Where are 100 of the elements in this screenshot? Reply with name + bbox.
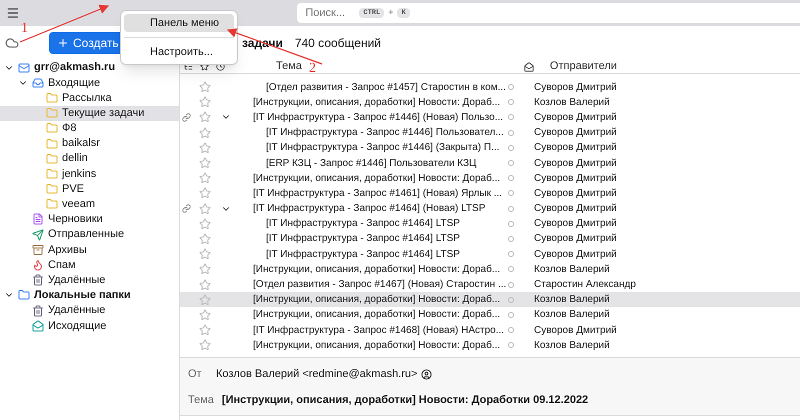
star-icon[interactable] (199, 157, 211, 170)
folder-icon (46, 107, 58, 120)
folder-item[interactable]: Рассылка (0, 90, 179, 106)
menu-item[interactable]: Панель меню (124, 14, 234, 32)
star-icon[interactable] (199, 232, 211, 245)
folder-item[interactable]: Локальные папки (0, 288, 179, 303)
message-row[interactable]: [IT Инфраструктура - Запрос #1446] Пользовател... Суворов Дмитрий (180, 125, 800, 140)
message-row[interactable]: [IT Инфраструктура - Запрос #1446] (Закрыта) П... Суворов Дмитрий (180, 140, 800, 156)
column-header[interactable]: Отправители (550, 58, 617, 75)
message-sender: Козлов Валерий (534, 308, 610, 322)
folder-item[interactable]: dellin (0, 151, 179, 166)
message-row[interactable]: [IT Инфраструктура - Запрос #1464] (Новая) LTSP Суворов Дмитрий (180, 201, 800, 216)
message-subject: [IT Инфраструктура - Запрос #1464] (Новая) LTSP (253, 202, 486, 216)
folder-item[interactable]: grr@akmash.ru (0, 60, 179, 76)
column-header[interactable]: Тема (276, 58, 302, 75)
message-subject: [IT Инфраструктура - Запрос #1468] (Новая) НАстро... (253, 324, 506, 338)
sent-icon (32, 228, 44, 241)
message-row[interactable]: [IT Инфраструктура - Запрос #1464] LTSP Суворов Дмитрий (180, 231, 800, 247)
message-sender: Старостин Александр (534, 278, 636, 292)
folder-label: Исходящие (48, 318, 106, 334)
folder-item[interactable]: baikalsr (0, 136, 179, 152)
message-row[interactable]: [Инструкции, описания, доработки] Новости: Дораб... Суворов Дмитрий (180, 170, 800, 186)
folder-item[interactable]: Текущие задачи (0, 106, 179, 121)
star-icon[interactable] (199, 187, 211, 200)
folder-icon (46, 183, 58, 196)
folder-label: PVE (62, 182, 84, 197)
star-icon[interactable] (199, 81, 211, 94)
message-row[interactable]: [IT Инфраструктура - Запрос #1461] (Новая) Ярлык ... Суворов Дмитрий (180, 186, 800, 201)
star-icon[interactable] (199, 248, 211, 260)
folder-label: Удалённые (48, 272, 106, 288)
star-icon[interactable] (199, 126, 211, 139)
cloud-icon[interactable] (5, 36, 19, 50)
message-subject: [IT Инфраструктура - Запрос #1464] LTSP (266, 248, 461, 262)
message-sender: Суворов Дмитрий (534, 232, 617, 246)
folder-item[interactable]: veeam (0, 196, 179, 212)
star-icon[interactable] (199, 263, 211, 276)
message-row[interactable]: [Инструкции, описания, доработки] Новости: Дораб... Козлов Валерий (180, 338, 800, 353)
message-sender: Суворов Дмитрий (534, 186, 617, 201)
folder-item[interactable]: Исходящие (0, 318, 179, 334)
folder-item[interactable]: jenkins (0, 166, 179, 182)
folder-label: veeam (62, 197, 96, 212)
folder-item[interactable]: PVE (0, 182, 179, 197)
message-sender: Козлов Валерий (534, 338, 610, 353)
message-subject: [IT Инфраструктура - Запрос #1464] LTSP (266, 232, 461, 246)
star-icon[interactable] (199, 218, 211, 230)
message-row[interactable]: [Инструкции, описания, доработки] Новости: Дораб... Козлов Валерий (180, 262, 800, 277)
contact-icon[interactable] (421, 368, 432, 380)
outbox-icon (32, 320, 44, 332)
folder-label: baikalsr (62, 136, 100, 152)
folder-item[interactable]: Удалённые (0, 303, 179, 318)
thread-icon (182, 204, 191, 214)
message-row[interactable]: [Отдел развития - Запрос #1467] (Новая) Старостин ... Старостин Александр (180, 276, 800, 292)
message-subject: [IT Инфраструктура - Запрос #1446] Пользовател... (266, 126, 505, 140)
folder-icon (46, 92, 58, 104)
trash-icon (32, 274, 44, 286)
subject-label: Тема (188, 393, 214, 408)
message-row[interactable]: [IT Инфраструктура - Запрос #1464] LTSP Суворов Дмитрий (180, 216, 800, 232)
folder-item[interactable]: Спам (0, 257, 179, 273)
search-field[interactable]: Поиск... (305, 4, 356, 22)
message-count: 740 сообщений (294, 35, 381, 52)
message-row[interactable]: [Инструкции, описания, доработки] Новости: Дораб... Козлов Валерий (180, 307, 800, 322)
star-icon[interactable] (199, 294, 211, 306)
folder-label: Локальные папки (34, 288, 131, 304)
message-subject: [Отдел развития - Запрос #1467] (Новая) Старостин ... (253, 278, 508, 292)
spam-icon (32, 259, 44, 272)
star-icon[interactable] (199, 172, 211, 184)
star-icon[interactable] (199, 339, 211, 352)
menu-item[interactable]: Настроить... (124, 43, 234, 61)
star-icon[interactable] (199, 324, 211, 336)
message-row[interactable]: [IT Инфраструктура - Запрос #1446] (Новая) Пользо... Суворов Дмитрий (180, 110, 800, 126)
star-icon[interactable] (199, 278, 211, 291)
folder-item[interactable]: Ф8 (0, 120, 179, 136)
message-subject: [Инструкции, описания, доработки] Новости: Дораб... (253, 262, 502, 277)
message-row[interactable]: [ERP КЗЦ - Запрос #1446] Пользователи КЗЦ Суворов Дмитрий (180, 155, 800, 171)
folder-item[interactable]: Отправленные (0, 227, 179, 242)
folder-label: Спам (48, 258, 76, 273)
message-subject: [ERP КЗЦ - Запрос #1446] Пользователи КЗЦ (266, 156, 478, 171)
folder-icon (46, 198, 58, 210)
message-row[interactable]: [Инструкции, описания, доработки] Новости: Дораб... Козлов Валерий (180, 292, 800, 308)
folder-item[interactable]: Удалённые (0, 272, 179, 288)
message-sender: Суворов Дмитрий (534, 202, 617, 216)
message-row[interactable]: [IT Инфраструктура - Запрос #1464] LTSP Суворов Дмитрий (180, 246, 800, 262)
menu-icon[interactable] (6, 6, 20, 20)
star-icon[interactable] (199, 308, 211, 321)
drafts-icon (32, 213, 44, 226)
star-icon[interactable] (199, 202, 211, 215)
star-icon[interactable] (199, 142, 211, 154)
message-subject: [Отдел развития - Запрос #1457] Старостин в ком... (266, 80, 507, 95)
message-row[interactable]: [IT Инфраструктура - Запрос #1468] (Новая) НАстро... Суворов Дмитрий (180, 322, 800, 338)
folder-icon (46, 138, 58, 150)
message-sender: Суворов Дмитрий (534, 110, 617, 125)
folder-item[interactable]: Черновики (0, 212, 179, 228)
folder-item[interactable]: Входящие (0, 75, 179, 90)
folder-item[interactable]: Архивы (0, 242, 179, 258)
star-icon[interactable] (199, 96, 211, 108)
message-row[interactable]: [Отдел развития - Запрос #1457] Старостин в ком... Суворов Дмитрий (180, 80, 800, 95)
folder-icon (18, 289, 30, 302)
message-row[interactable]: [Инструкции, описания, доработки] Новости: Дораб... Козлов Валерий (180, 94, 800, 110)
star-icon[interactable] (199, 111, 211, 124)
message-sender: Козлов Валерий (534, 96, 610, 110)
